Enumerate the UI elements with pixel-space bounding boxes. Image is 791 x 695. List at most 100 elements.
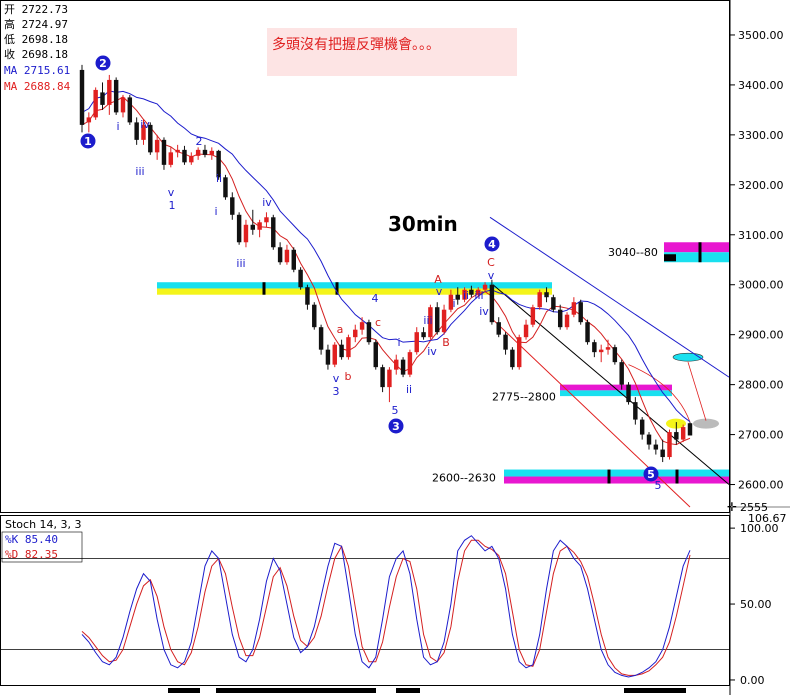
candle-body <box>332 344 337 365</box>
wave-minor-label: 1 <box>169 199 176 212</box>
price-tick-label: 3000.00 <box>738 279 784 292</box>
zone-marker <box>664 254 676 262</box>
candle <box>271 214 276 250</box>
session-bar <box>168 688 200 693</box>
wave-major-text: 2 <box>99 57 107 70</box>
candle-body <box>271 217 276 248</box>
candle-body <box>250 224 256 230</box>
candle-body <box>264 217 269 223</box>
candle-body <box>571 302 577 315</box>
price-tick-label: 3100.00 <box>738 229 784 242</box>
candle-body <box>387 369 392 388</box>
wave-minor-label: iii <box>474 289 483 302</box>
candle <box>687 422 693 436</box>
candle-body <box>421 332 426 338</box>
candle-body <box>674 432 679 440</box>
candle <box>298 267 303 290</box>
stoch-tick-label: 50.00 <box>740 598 772 611</box>
candle-body <box>455 294 460 300</box>
wave-minor-label: b <box>345 370 352 383</box>
price-tick-label: 2800.00 <box>738 379 784 392</box>
candle-body <box>359 322 365 330</box>
candle-body <box>107 79 112 105</box>
wave-minor-label: c <box>375 316 381 329</box>
candle-body <box>346 337 351 358</box>
candle-body <box>612 347 618 363</box>
wave-minor-label: C <box>487 256 495 269</box>
session-bar <box>624 688 686 693</box>
candle <box>510 347 515 370</box>
candle <box>93 87 98 120</box>
candle <box>127 94 133 125</box>
zone-band-2600-magenta <box>504 476 729 484</box>
candle-body <box>134 122 139 140</box>
wave-minor-label: iii <box>135 165 144 178</box>
candle-body <box>551 297 556 310</box>
wave-minor-label: iv <box>140 118 150 131</box>
price-tick-label: 3200.00 <box>738 179 784 192</box>
candle-body <box>639 419 645 435</box>
candle <box>113 77 119 115</box>
candle-body <box>441 309 447 333</box>
wave-minor-label: A <box>434 273 442 286</box>
wave-major-label: 1 <box>80 133 96 149</box>
wave-minor-label: i <box>452 297 455 310</box>
candle-body <box>407 352 413 375</box>
candle-body <box>127 97 133 123</box>
wave-minor-label: 2 <box>196 135 203 148</box>
stoch-title: Stoch 14, 3, 3 <box>5 518 82 531</box>
candle-body <box>469 289 474 295</box>
candle-body <box>93 89 98 118</box>
wave-minor-label: ii <box>216 172 222 185</box>
stoch-max-label: 106.67 <box>748 512 787 525</box>
candle <box>291 247 296 273</box>
crosshair-icon: ✛ <box>727 500 737 514</box>
candle <box>667 429 672 460</box>
candle <box>537 289 542 310</box>
wave-minor-label: 4 <box>372 292 379 305</box>
candle <box>407 349 413 378</box>
wave-major-label: 3 <box>388 418 404 434</box>
candle-body <box>592 342 597 353</box>
candle-body <box>626 384 631 403</box>
candle-body <box>680 427 686 440</box>
candle-body <box>394 359 399 370</box>
candle-body <box>168 152 174 165</box>
candle-body <box>230 197 235 215</box>
zone-band-2600-cyan <box>504 469 729 477</box>
wave-minor-label: i <box>116 120 119 133</box>
price-tick-label: 3300.00 <box>738 129 784 142</box>
candle-body <box>100 92 105 105</box>
wave-minor-label: i <box>397 336 400 349</box>
candle-body <box>339 344 344 358</box>
candle-body <box>510 349 515 368</box>
candle-body <box>598 349 604 353</box>
session-bar <box>216 688 376 693</box>
wave-minor-label: 3 <box>333 385 340 398</box>
candle <box>489 279 495 325</box>
candle-body <box>544 292 549 298</box>
candle-body <box>243 224 249 243</box>
candle-body <box>585 322 590 343</box>
candle-body <box>516 337 522 368</box>
candle <box>578 299 583 325</box>
candle <box>612 344 618 365</box>
candle-body <box>182 149 187 163</box>
candle-body <box>202 149 208 155</box>
candle-body <box>291 249 296 270</box>
candle-body <box>195 149 201 156</box>
chart-canvas: 3040--802775--28002600--2630 12345i iviii… <box>0 0 790 695</box>
wave-minor-label: iv <box>479 305 489 318</box>
ohlc-high: 高 2724.97 <box>4 17 68 31</box>
ma-fast-value: MA 2715.61 <box>4 64 70 77</box>
candle-body <box>523 324 529 338</box>
candle-body <box>154 139 160 153</box>
wave-minor-label: iv <box>427 345 437 358</box>
candle-body <box>414 332 419 353</box>
wave-major-text: 1 <box>84 135 92 148</box>
candle <box>312 302 317 330</box>
stoch-tick-label: 0.00 <box>740 674 765 687</box>
candle-body <box>380 367 385 388</box>
candle-body <box>209 150 215 155</box>
chart-title: 30min <box>388 212 458 236</box>
